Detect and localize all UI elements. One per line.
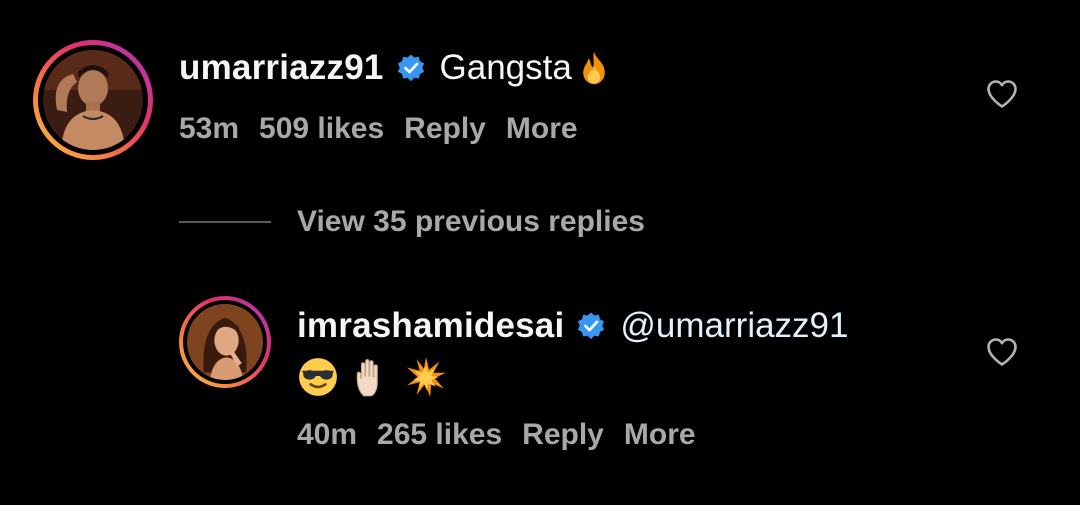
reply-meta: 40m 265 likes Reply More bbox=[297, 418, 716, 452]
comment-text: Gangsta bbox=[439, 48, 572, 87]
reply-button[interactable]: Reply bbox=[522, 418, 604, 452]
collision-icon bbox=[405, 356, 447, 398]
verified-badge-icon bbox=[396, 53, 426, 83]
mention-link[interactable]: @umarriazz91 bbox=[620, 306, 848, 346]
reply-header: imrashamidesai @umarriazz91 bbox=[297, 306, 849, 346]
divider-line bbox=[179, 221, 271, 223]
comment-time: 53m bbox=[179, 112, 240, 145]
comment-meta: 53m 509 likes Reply More bbox=[179, 112, 598, 146]
avatar[interactable] bbox=[43, 50, 143, 150]
like-heart-icon[interactable] bbox=[986, 79, 1018, 109]
fire-icon bbox=[576, 50, 612, 86]
raised-hand-icon bbox=[351, 356, 393, 398]
like-count[interactable]: 265 likes bbox=[377, 418, 502, 452]
comment-time: 40m bbox=[297, 418, 358, 451]
username[interactable]: imrashamidesai bbox=[297, 306, 564, 346]
view-replies-label[interactable]: View 35 previous replies bbox=[297, 205, 645, 239]
view-previous-replies[interactable]: View 35 previous replies bbox=[179, 205, 645, 239]
verified-badge-icon bbox=[576, 311, 606, 341]
smiling-face-with-sunglasses-icon bbox=[297, 356, 339, 398]
avatar-photo-icon bbox=[187, 304, 263, 380]
like-heart-icon[interactable] bbox=[986, 337, 1018, 367]
reply-emoji-text bbox=[297, 356, 459, 398]
reply-button[interactable]: Reply bbox=[404, 112, 486, 146]
avatar-story-ring[interactable] bbox=[33, 40, 153, 160]
avatar-photo-icon bbox=[43, 50, 143, 150]
like-count[interactable]: 509 likes bbox=[259, 112, 384, 146]
username[interactable]: umarriazz91 bbox=[179, 48, 384, 88]
comment-header: umarriazz91 Gangsta bbox=[179, 48, 612, 88]
more-button[interactable]: More bbox=[624, 418, 696, 452]
more-button[interactable]: More bbox=[506, 112, 578, 146]
avatar[interactable] bbox=[187, 304, 263, 380]
avatar-story-ring[interactable] bbox=[179, 296, 271, 388]
